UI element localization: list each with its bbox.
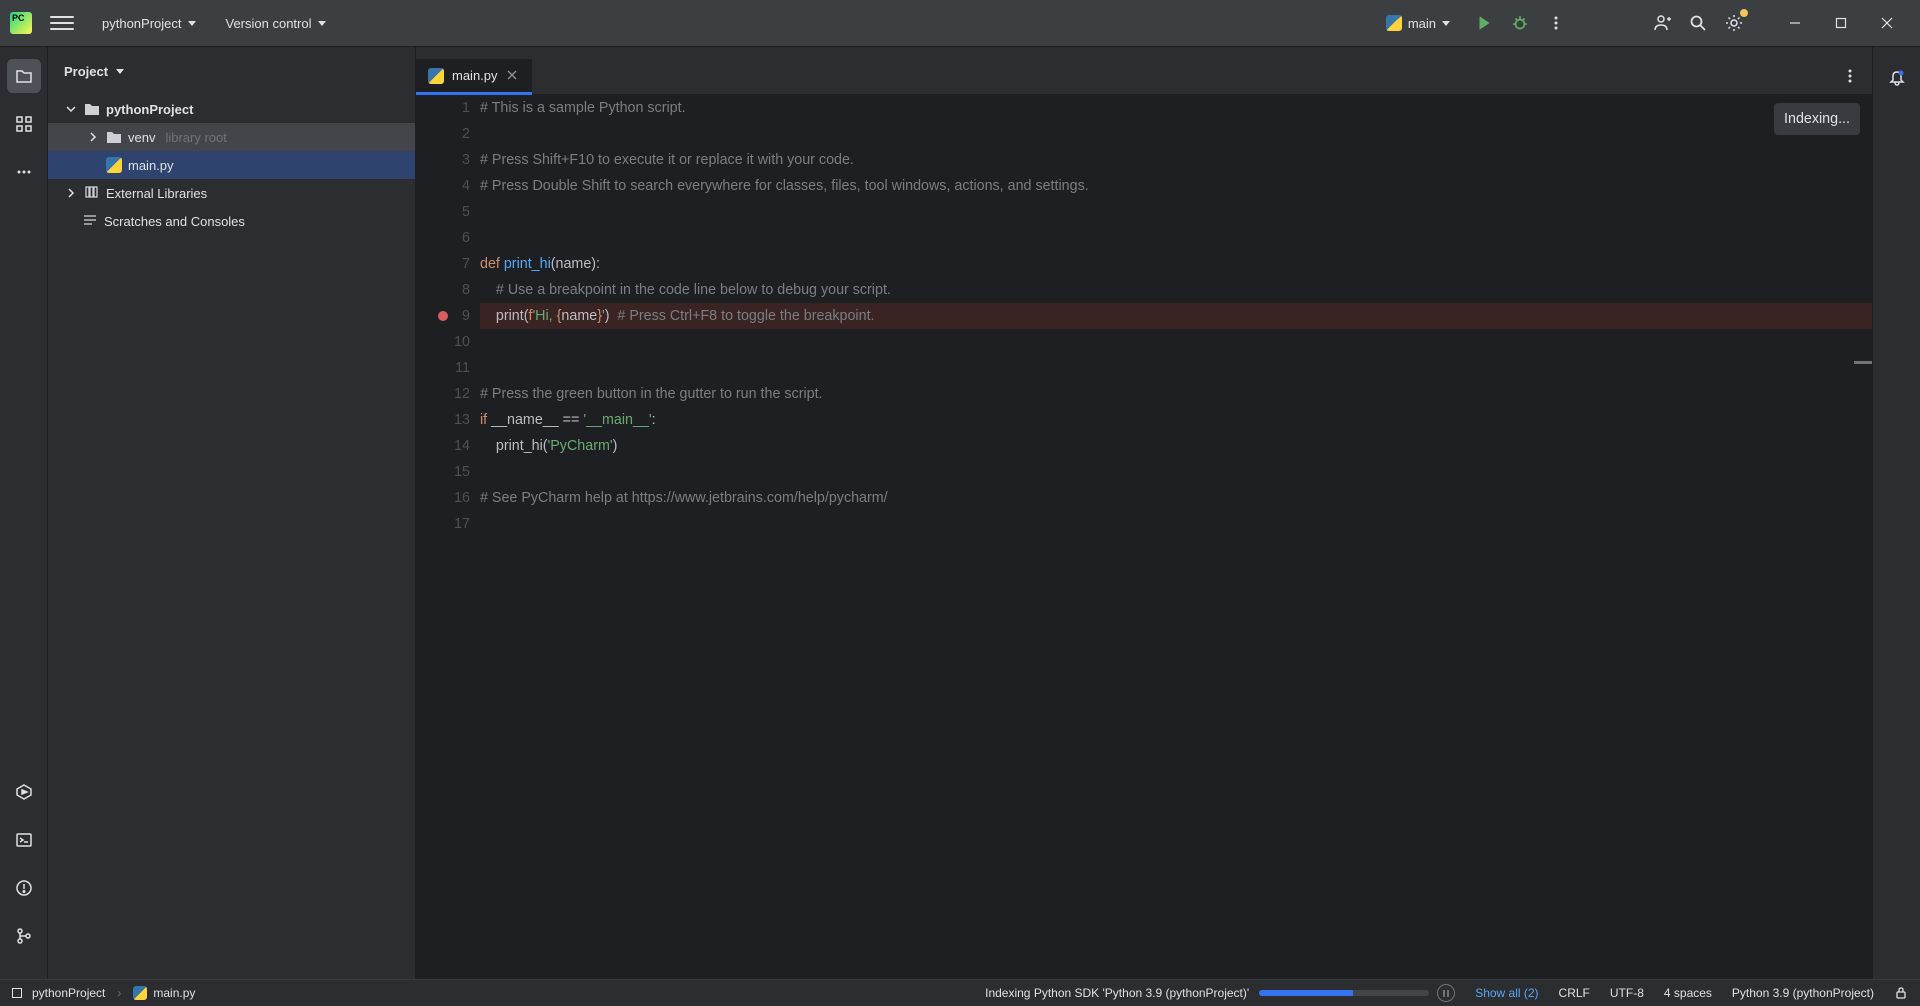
project-tool-button[interactable] — [7, 59, 41, 93]
breakpoint-marker[interactable] — [438, 311, 448, 321]
settings-button[interactable] — [1716, 5, 1752, 41]
encoding-widget[interactable]: UTF-8 — [1610, 986, 1644, 1000]
editor-tabs-menu[interactable] — [1832, 58, 1868, 94]
title-bar: pythonProject Version control main — [0, 0, 1920, 47]
chevron-down-icon — [116, 69, 124, 74]
python-icon — [1386, 15, 1402, 31]
tree-main-file[interactable]: main.py — [48, 151, 415, 179]
editor-gutter[interactable]: 1234567891011121314151617 — [416, 95, 478, 979]
line-separator-widget[interactable]: CRLF — [1559, 986, 1590, 1000]
indexing-status: Indexing Python SDK 'Python 3.9 (pythonP… — [985, 986, 1249, 1000]
project-header-label: Project — [64, 64, 108, 79]
left-tool-strip — [0, 47, 48, 979]
indexing-progress — [1259, 990, 1429, 996]
chevron-down-icon — [188, 21, 196, 26]
code-editor[interactable]: Indexing... 1234567891011121314151617 # … — [416, 95, 1872, 979]
run-button[interactable] — [1466, 5, 1502, 41]
search-everywhere-button[interactable] — [1680, 5, 1716, 41]
indent-widget[interactable]: 4 spaces — [1664, 986, 1712, 1000]
tree-scratches-label: Scratches and Consoles — [104, 214, 245, 229]
crumb-file: main.py — [153, 986, 195, 1000]
tree-venv-label: venv — [128, 130, 155, 145]
status-bar: pythonProject › main.py Indexing Python … — [0, 979, 1920, 1006]
tree-venv-hint: library root — [165, 130, 226, 145]
chevron-down-icon — [318, 21, 326, 26]
code-with-me-button[interactable] — [1644, 5, 1680, 41]
run-configuration-dropdown[interactable]: main — [1386, 15, 1450, 31]
tree-main-file-label: main.py — [128, 158, 174, 173]
show-all-tasks-button[interactable]: Show all (2) — [1475, 986, 1538, 1000]
chevron-right-icon: › — [117, 986, 121, 1000]
right-tool-strip — [1872, 47, 1920, 979]
tree-external-libraries[interactable]: External Libraries — [48, 179, 415, 207]
project-dropdown[interactable]: pythonProject — [102, 16, 196, 31]
folder-icon — [84, 102, 100, 116]
tree-root-project[interactable]: pythonProject — [48, 95, 415, 123]
scratches-icon — [82, 213, 98, 230]
minimize-button[interactable] — [1772, 5, 1818, 41]
project-icon — [12, 988, 22, 998]
notifications-button[interactable] — [1880, 61, 1914, 95]
vcs-tool-button[interactable] — [7, 919, 41, 953]
close-button[interactable] — [1864, 5, 1910, 41]
vcs-label: Version control — [226, 16, 312, 31]
code-content[interactable]: # This is a sample Python script.# Press… — [478, 95, 1872, 979]
error-stripe-mark[interactable] — [1854, 361, 1872, 364]
terminal-tool-button[interactable] — [7, 823, 41, 857]
tree-external-label: External Libraries — [106, 186, 207, 201]
indexing-badge: Indexing... — [1774, 103, 1860, 135]
vcs-dropdown[interactable]: Version control — [226, 16, 326, 31]
pycharm-logo-icon — [10, 12, 32, 34]
main-menu-icon[interactable] — [50, 11, 74, 35]
readonly-toggle[interactable] — [1894, 986, 1908, 1000]
chevron-right-icon — [86, 132, 100, 142]
tree-scratches[interactable]: Scratches and Consoles — [48, 207, 415, 235]
interpreter-widget[interactable]: Python 3.9 (pythonProject) — [1732, 986, 1874, 1000]
run-config-label: main — [1408, 16, 1436, 31]
editor-area: main.py Indexing... 12345678910111213141… — [416, 47, 1872, 979]
structure-tool-button[interactable] — [7, 107, 41, 141]
library-icon — [84, 185, 100, 202]
chevron-right-icon — [64, 188, 78, 198]
editor-tabs: main.py — [416, 47, 1872, 95]
services-tool-button[interactable] — [7, 775, 41, 809]
close-tab-button[interactable] — [506, 69, 520, 83]
chevron-down-icon — [64, 104, 78, 114]
pause-indexing-button[interactable] — [1437, 984, 1455, 1002]
more-actions-button[interactable] — [1538, 5, 1574, 41]
editor-tab-main[interactable]: main.py — [416, 59, 532, 95]
crumb-project: pythonProject — [32, 986, 105, 1000]
project-sidebar: Project pythonProject venv library root … — [48, 47, 416, 979]
tree-venv-folder[interactable]: venv library root — [48, 123, 415, 151]
python-icon — [133, 986, 147, 1000]
python-icon — [428, 68, 444, 84]
tab-label: main.py — [452, 68, 498, 83]
breadcrumb[interactable]: pythonProject › main.py — [12, 986, 195, 1000]
debug-button[interactable] — [1502, 5, 1538, 41]
project-tree: pythonProject venv library root main.py … — [48, 95, 415, 979]
more-tools-button[interactable] — [7, 155, 41, 189]
tree-root-label: pythonProject — [106, 102, 193, 117]
maximize-button[interactable] — [1818, 5, 1864, 41]
folder-icon — [106, 130, 122, 144]
python-icon — [106, 157, 122, 173]
project-tool-header[interactable]: Project — [48, 47, 415, 95]
problems-tool-button[interactable] — [7, 871, 41, 905]
project-name-label: pythonProject — [102, 16, 182, 31]
chevron-down-icon — [1442, 21, 1450, 26]
